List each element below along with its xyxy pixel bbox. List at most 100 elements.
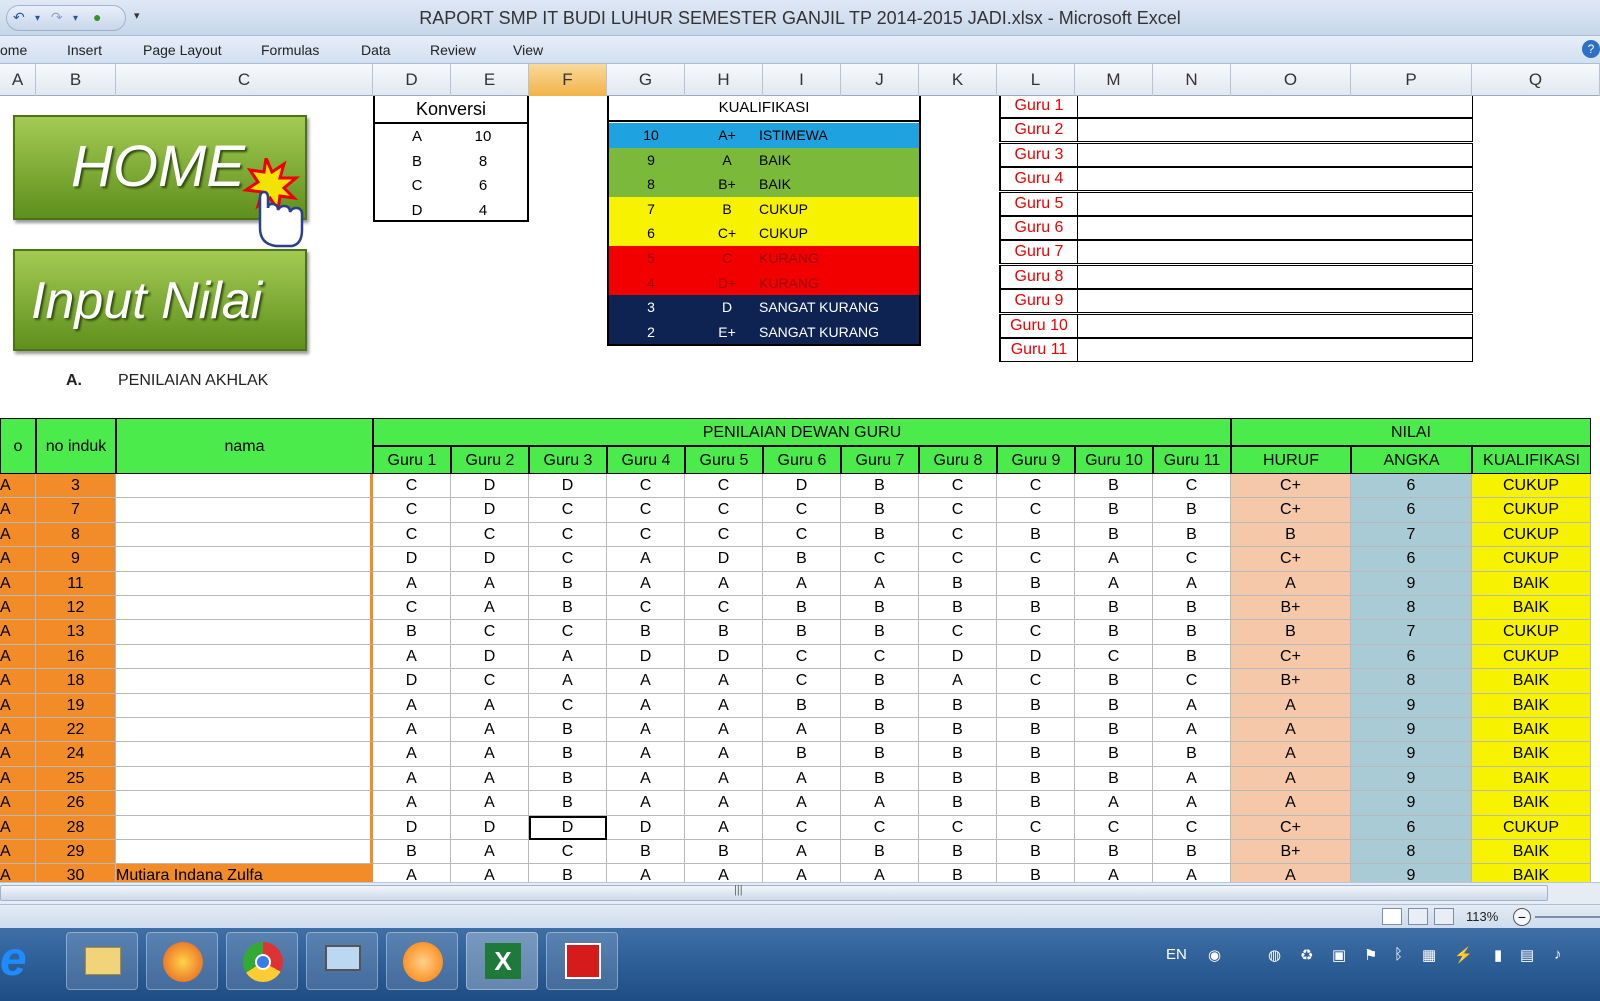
cell-kelas[interactable]: A [0, 522, 36, 548]
cell-huruf[interactable]: A [1231, 742, 1351, 767]
cell-guru-7[interactable]: A [841, 571, 919, 596]
cell-guru-10[interactable]: B [1075, 766, 1153, 792]
media-icon[interactable] [386, 932, 458, 990]
cell-no-induk[interactable]: 3 [36, 474, 116, 499]
cell-guru-2[interactable]: D [451, 498, 529, 523]
cell-guru-6[interactable]: C [763, 815, 841, 840]
explorer-icon[interactable] [66, 932, 138, 990]
cell-huruf[interactable]: B+ [1231, 840, 1351, 865]
cell-guru-11[interactable]: A [1153, 766, 1231, 792]
cell-angka[interactable]: 7 [1351, 522, 1472, 548]
cell-kualifikasi[interactable]: BAIK [1472, 669, 1591, 694]
cell-guru-1[interactable]: D [373, 669, 451, 694]
cell-kualifikasi[interactable]: CUKUP [1472, 474, 1591, 499]
help-icon[interactable]: ? [1582, 40, 1600, 58]
cell-no-induk[interactable]: 28 [36, 815, 116, 840]
cell-guru-7[interactable]: C [841, 547, 919, 572]
cell-guru-1[interactable]: A [373, 766, 451, 792]
cell-guru-10[interactable]: B [1075, 693, 1153, 718]
cell-guru-4[interactable]: A [607, 791, 685, 816]
cell-guru-10[interactable]: B [1075, 596, 1153, 621]
cell-guru-2[interactable]: C [451, 669, 529, 694]
cell-kelas[interactable]: A [0, 547, 36, 572]
guru-name-field[interactable] [1077, 96, 1473, 118]
cell-guru-4[interactable]: D [607, 644, 685, 670]
cell-guru-6[interactable]: C [763, 644, 841, 670]
cell-angka[interactable]: 6 [1351, 815, 1472, 840]
column-header-c[interactable]: C [116, 64, 373, 96]
cell-guru-2[interactable]: C [451, 620, 529, 645]
cell-angka[interactable]: 6 [1351, 547, 1472, 572]
cell-guru-8[interactable]: C [919, 498, 997, 523]
cell-guru-3[interactable]: C [529, 498, 607, 523]
cell-guru-8[interactable]: D [919, 644, 997, 670]
cell-guru-3[interactable]: A [529, 644, 607, 670]
tab-home[interactable]: ome [0, 42, 27, 58]
cell-guru-5[interactable]: C [685, 498, 763, 523]
cell-kualifikasi[interactable]: CUKUP [1472, 547, 1591, 572]
cell-kelas[interactable]: A [0, 669, 36, 694]
column-header-i[interactable]: I [763, 64, 841, 96]
flag-icon[interactable]: ⚑ [1364, 946, 1377, 964]
cell-guru-4[interactable]: A [607, 693, 685, 718]
tray-monitor-icon[interactable]: ▣ [1332, 946, 1346, 964]
cell-guru-1[interactable]: C [373, 596, 451, 621]
cell-guru-5[interactable]: C [685, 596, 763, 621]
cell-guru-2[interactable]: A [451, 693, 529, 718]
cell-guru-11[interactable]: B [1153, 742, 1231, 767]
excel-icon[interactable]: X [466, 932, 538, 990]
cell-nama[interactable] [116, 498, 373, 523]
cell-no-induk[interactable]: 9 [36, 547, 116, 572]
cell-guru-4[interactable]: A [607, 766, 685, 792]
cell-guru-10[interactable]: B [1075, 669, 1153, 694]
cell-no-induk[interactable]: 7 [36, 498, 116, 523]
cell-nama[interactable] [116, 693, 373, 718]
cell-guru-9[interactable]: B [997, 596, 1075, 621]
cell-guru-9[interactable]: B [997, 791, 1075, 816]
cell-guru-8[interactable]: C [919, 522, 997, 548]
cell-no-induk[interactable]: 13 [36, 620, 116, 645]
cell-guru-7[interactable]: B [841, 620, 919, 645]
cell-huruf[interactable]: A [1231, 791, 1351, 816]
cell-guru-1[interactable]: C [373, 498, 451, 523]
cell-guru-10[interactable]: C [1075, 815, 1153, 840]
cell-guru-8[interactable]: C [919, 474, 997, 499]
cell-guru-1[interactable]: B [373, 840, 451, 865]
guru-name-field[interactable] [1077, 313, 1473, 338]
column-header-g[interactable]: G [607, 64, 685, 96]
cell-guru-10[interactable]: B [1075, 742, 1153, 767]
cell-guru-6[interactable]: C [763, 669, 841, 694]
cell-guru-6[interactable]: B [763, 693, 841, 718]
cell-guru-9[interactable]: B [997, 718, 1075, 743]
column-header-l[interactable]: L [997, 64, 1075, 96]
cell-guru-4[interactable]: A [607, 547, 685, 572]
cell-no-induk[interactable]: 16 [36, 644, 116, 670]
cell-guru-8[interactable]: B [919, 571, 997, 596]
cell-guru-2[interactable]: D [451, 815, 529, 840]
cell-guru-9[interactable]: B [997, 522, 1075, 548]
cell-guru-7[interactable]: A [841, 791, 919, 816]
cell-guru-5[interactable]: B [685, 620, 763, 645]
bluetooth-icon[interactable]: ᛒ [1394, 946, 1403, 963]
cell-no-induk[interactable]: 29 [36, 840, 116, 865]
cell-nama[interactable] [116, 669, 373, 694]
cell-guru-1[interactable]: C [373, 474, 451, 499]
cell-guru-1[interactable]: A [373, 791, 451, 816]
cell-guru-8[interactable]: B [919, 718, 997, 743]
cell-guru-8[interactable]: C [919, 547, 997, 572]
cell-nama[interactable] [116, 620, 373, 645]
cell-guru-5[interactable]: C [685, 474, 763, 499]
cell-no-induk[interactable]: 24 [36, 742, 116, 767]
cell-guru-11[interactable]: C [1153, 815, 1231, 840]
cell-guru-5[interactable]: D [685, 644, 763, 670]
cell-guru-3[interactable]: B [529, 596, 607, 621]
cell-kualifikasi[interactable]: BAIK [1472, 840, 1591, 865]
cell-huruf[interactable]: A [1231, 718, 1351, 743]
cell-guru-11[interactable]: C [1153, 474, 1231, 499]
column-header-k[interactable]: K [919, 64, 997, 96]
column-header-d[interactable]: D [373, 64, 451, 96]
cell-guru-8[interactable]: B [919, 791, 997, 816]
cell-kelas[interactable]: A [0, 693, 36, 718]
cell-guru-3[interactable]: C [529, 547, 607, 572]
zoom-slider[interactable] [1535, 916, 1600, 918]
